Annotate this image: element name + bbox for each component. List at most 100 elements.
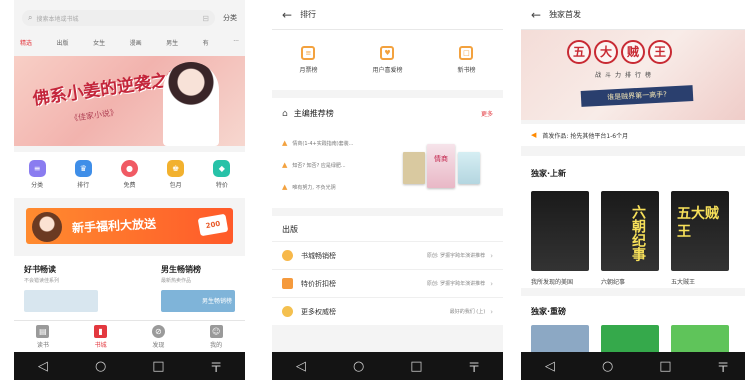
nav-back-icon[interactable]: ◁ bbox=[23, 359, 63, 374]
book-item[interactable]: 五大贼王 五大贼王 bbox=[671, 191, 729, 286]
nav-recent-icon[interactable]: □ bbox=[396, 359, 436, 374]
compass-icon: ⊘ bbox=[151, 324, 165, 338]
nav-back-icon[interactable]: ◁ bbox=[281, 359, 321, 374]
entry-monthly[interactable]: ♚ 包月 bbox=[167, 160, 185, 189]
entry-label: 分类 bbox=[31, 182, 44, 189]
cover-title: 情商 bbox=[434, 155, 448, 163]
exclusive-banner[interactable]: 五 大 贼 王 战斗力排行榜 谁是贼界第一高手? bbox=[521, 30, 745, 120]
book-cover[interactable] bbox=[458, 152, 480, 184]
book-cover[interactable] bbox=[24, 290, 98, 312]
thumbs-up-icon: ▲ bbox=[282, 139, 288, 147]
tab-read[interactable]: ▤ 读书 bbox=[36, 324, 50, 349]
nav-home-icon[interactable]: ○ bbox=[339, 359, 379, 374]
rank-row-discount[interactable]: 特价折扣榜 原创: 罗振宇跨年演讲推荐 › bbox=[272, 269, 503, 297]
book-item[interactable]: 六朝纪事 六朝纪事 bbox=[601, 191, 659, 286]
back-arrow-icon[interactable]: ← bbox=[282, 8, 292, 22]
tab-discover[interactable]: ⊘ 发现 bbox=[151, 324, 165, 349]
section-title: 独家·重磅 bbox=[531, 307, 567, 316]
notice-bar[interactable]: ◀ 首发作品: 抢先其他平台1-6个月 bbox=[521, 124, 745, 146]
tab-female[interactable]: 女生 bbox=[93, 38, 105, 47]
android-nav-bar: ◁ ○ □ 〒 bbox=[14, 352, 245, 380]
category-tabs: 精选 出版 女生 漫画 男生 有 ··· bbox=[20, 38, 239, 47]
seal-char: 五 bbox=[567, 40, 591, 64]
search-input[interactable]: ⌕ 搜索本地或书城 ⊟ bbox=[22, 10, 215, 26]
more-link[interactable]: 更多 bbox=[481, 109, 493, 118]
scan-icon[interactable]: ⊟ bbox=[202, 14, 209, 23]
tab-comics[interactable]: 漫画 bbox=[130, 38, 142, 47]
category-icon: ≡ bbox=[28, 160, 46, 177]
good-books-block[interactable]: 好书畅读 不会错读佳系列 bbox=[24, 264, 98, 312]
entry-category[interactable]: ≡ 分类 bbox=[28, 160, 46, 189]
book-cover[interactable]: 情商 bbox=[427, 144, 455, 188]
promo-text: 新手福利大放送 bbox=[71, 216, 157, 236]
male-bestseller-block[interactable]: 男生畅销榜 最新热卖作品 男生畅销榜 bbox=[161, 264, 235, 312]
tab-label: 发现 bbox=[152, 341, 165, 349]
tab-mine[interactable]: ☺ 我的 bbox=[209, 324, 223, 349]
row-note: 最好的我们 (上) bbox=[449, 309, 486, 315]
tab-featured[interactable]: 精选 bbox=[20, 38, 32, 47]
rank-label: 用户喜爱榜 bbox=[372, 67, 403, 74]
classify-button[interactable]: 分类 bbox=[223, 13, 237, 23]
book-cover[interactable]: 男生畅销榜 bbox=[161, 290, 235, 312]
tab-store[interactable]: ▮ 书城 bbox=[94, 324, 108, 349]
list-item[interactable]: ▲ 情商(1-4+实践指南)套装... bbox=[282, 132, 392, 154]
entry-free[interactable]: ● 免费 bbox=[120, 160, 138, 189]
thumbs-up-icon: ▲ bbox=[282, 161, 288, 169]
section-title: 独家·上新 bbox=[531, 169, 567, 178]
rank-new-books[interactable]: □ 新书榜 bbox=[457, 46, 476, 74]
tab-label: 读书 bbox=[36, 341, 49, 349]
page-title: 排行 bbox=[300, 10, 317, 19]
rank-row-bestseller[interactable]: 书城畅销榜 原创: 罗振宇跨年演讲推荐 › bbox=[272, 241, 503, 269]
tab-publish[interactable]: 出版 bbox=[57, 38, 69, 47]
exclusive-new-section: 独家·上新 我所发现的美国 六朝纪事 六朝纪事 五大贼王 五大贼王 bbox=[521, 156, 745, 288]
editor-pick-card[interactable]: ⌂ 主编推荐榜 更多 ▲ 情商(1-4+实践指南)套装... ▲ 知否? 知否? 应… bbox=[272, 98, 503, 208]
entry-discount[interactable]: ◆ 特价 bbox=[213, 160, 231, 189]
list-item[interactable]: ▲ 唯有努力, 不负光阴 bbox=[282, 176, 392, 198]
book-cover[interactable] bbox=[403, 152, 425, 184]
free-icon: ● bbox=[120, 160, 138, 177]
banner-subtitle: 《佳家小说》 bbox=[69, 107, 119, 124]
heart-icon: ♥ bbox=[380, 46, 395, 60]
nav-menu-icon[interactable]: 〒 bbox=[196, 357, 236, 376]
tab-label: 我的 bbox=[210, 341, 223, 349]
rank-user-favorite[interactable]: ♥ 用户喜爱榜 bbox=[372, 46, 403, 74]
nav-home-icon[interactable]: ○ bbox=[81, 359, 121, 374]
book-item[interactable]: 我所发现的美国 bbox=[531, 191, 589, 286]
more-tabs-icon[interactable]: ··· bbox=[233, 38, 239, 47]
cover-text: 六朝纪事 bbox=[630, 205, 646, 261]
section-subheading: 最新热卖作品 bbox=[161, 278, 192, 284]
row-label: 特价折扣榜 bbox=[301, 279, 336, 288]
row-note: 原创: 罗振宇跨年演讲推荐 bbox=[426, 253, 486, 259]
nav-home-icon[interactable]: ○ bbox=[588, 359, 628, 374]
tab-male[interactable]: 男生 bbox=[166, 38, 178, 47]
promo-girl-illustration bbox=[32, 212, 62, 242]
profile-icon: ☺ bbox=[209, 324, 223, 338]
trophy-icon: ♛ bbox=[74, 160, 92, 177]
promo-badge: 200 bbox=[197, 213, 229, 237]
entry-ranking[interactable]: ♛ 排行 bbox=[74, 160, 92, 189]
screen-bookstore: ⌕ 搜索本地或书城 ⊟ 分类 精选 出版 女生 漫画 男生 有 ··· 佛系小姜… bbox=[14, 0, 245, 380]
rank-label: 月票榜 bbox=[299, 67, 318, 74]
rank-row-authority[interactable]: 更多权威榜 最好的我们 (上) › bbox=[272, 297, 503, 325]
tab-audio[interactable]: 有 bbox=[203, 38, 209, 47]
nav-back-icon[interactable]: ◁ bbox=[530, 359, 570, 374]
book-cover[interactable] bbox=[601, 325, 659, 355]
nav-recent-icon[interactable]: □ bbox=[645, 359, 685, 374]
title-seals: 五 大 贼 王 bbox=[567, 40, 675, 64]
newbie-promo-banner[interactable]: 新手福利大放送 200 bbox=[26, 208, 233, 244]
exclusive-heavy-section: 独家·重磅 bbox=[521, 296, 745, 355]
entry-label: 特价 bbox=[215, 182, 228, 189]
rank-monthly-ticket[interactable]: ≡ 月票榜 bbox=[299, 46, 318, 74]
seal-char: 贼 bbox=[621, 40, 645, 64]
book-title: 六朝纪事 bbox=[601, 279, 626, 286]
book-cover[interactable] bbox=[531, 325, 589, 355]
nav-recent-icon[interactable]: □ bbox=[138, 359, 178, 374]
recommend-section: 好书畅读 不会错读佳系列 男生畅销榜 最新热卖作品 男生畅销榜 bbox=[14, 256, 245, 320]
nav-menu-icon[interactable]: 〒 bbox=[454, 357, 494, 376]
list-item[interactable]: ▲ 知否? 知否? 应是绿肥... bbox=[282, 154, 392, 176]
seal-char: 大 bbox=[594, 40, 618, 64]
featured-banner[interactable]: 佛系小姜的逆袭之旅 《佳家小说》 bbox=[14, 56, 245, 146]
back-arrow-icon[interactable]: ← bbox=[531, 8, 541, 22]
book-cover[interactable] bbox=[671, 325, 729, 355]
nav-menu-icon[interactable]: 〒 bbox=[703, 357, 743, 376]
